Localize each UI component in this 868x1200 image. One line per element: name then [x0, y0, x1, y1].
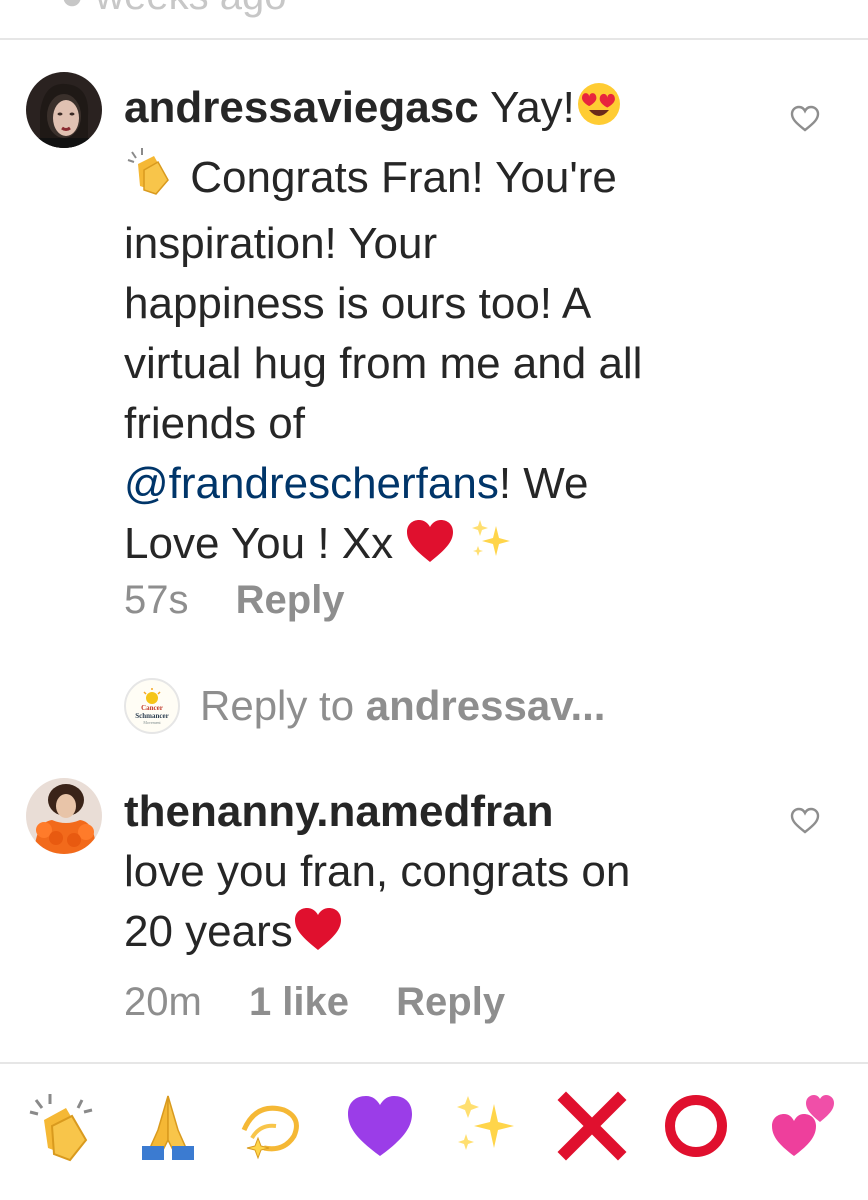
- comment-text-line: friends of: [124, 399, 305, 448]
- avatar-orange-boa-icon: [26, 778, 102, 854]
- like-heart-icon[interactable]: [790, 104, 820, 134]
- red-heart-emoji-icon: [293, 906, 343, 968]
- reply-placeholder-prefix: Reply to: [200, 682, 366, 729]
- avatar[interactable]: [26, 778, 102, 854]
- two-hearts-icon[interactable]: [768, 1090, 840, 1162]
- comment-time: 57s: [124, 578, 189, 622]
- top-divider: [0, 38, 868, 40]
- comment-text-line: virtual hug from me and all: [124, 339, 643, 388]
- heart-eyes-emoji-icon: [575, 80, 623, 144]
- red-heart-emoji-icon: [405, 518, 455, 580]
- comment-meta: 57s Reply: [124, 578, 381, 623]
- reply-button[interactable]: Reply: [396, 980, 505, 1025]
- heavy-large-circle-icon[interactable]: [660, 1090, 732, 1162]
- cross-mark-icon[interactable]: [556, 1090, 628, 1162]
- comment-text-line: love you fran, congrats on: [124, 847, 631, 896]
- svg-text:Movement: Movement: [143, 720, 161, 725]
- clapping-hands-icon[interactable]: [26, 1090, 98, 1162]
- sparkles-emoji-icon: [468, 516, 516, 580]
- comment-username[interactable]: andressaviegasc: [124, 83, 479, 132]
- comment-text-line: 20 years: [124, 907, 293, 956]
- comment-text: thenanny.namedfran love you fran, congra…: [124, 782, 764, 968]
- bottom-strip: [0, 1190, 868, 1200]
- clapping-hands-emoji-icon: [124, 144, 178, 214]
- comment-meta: 20m 1 like Reply: [124, 980, 541, 1025]
- current-user-avatar: Cancer Schmancer Movement: [124, 678, 180, 734]
- emoji-bar-divider: [0, 1062, 868, 1064]
- avatar-dark-hair-icon: [26, 72, 102, 148]
- reply-input-placeholder[interactable]: Reply to andressav...: [200, 682, 605, 730]
- avatar[interactable]: [26, 72, 102, 148]
- sparkles-icon[interactable]: [452, 1090, 524, 1162]
- comment-text-line: Congrats Fran! You're: [190, 153, 617, 202]
- purple-heart-icon[interactable]: [344, 1090, 416, 1162]
- reply-button[interactable]: Reply: [236, 578, 345, 623]
- comment-text-line: Love You ! Xx: [124, 519, 394, 568]
- comment-text-line: inspiration! Your: [124, 219, 438, 268]
- comments-screen: ● weeks ago andressaviegasc Yay!: [0, 0, 868, 1200]
- comment-text-yay: Yay!: [490, 83, 575, 132]
- like-heart-icon[interactable]: [790, 806, 820, 836]
- dizzy-icon[interactable]: [236, 1090, 308, 1162]
- cancer-schmancer-logo-icon: Cancer Schmancer Movement: [135, 688, 169, 725]
- likes-count[interactable]: 1 like: [249, 980, 349, 1025]
- mention-link[interactable]: @frandrescherfans: [124, 459, 499, 508]
- quick-emoji-bar: [0, 1080, 868, 1170]
- reply-input[interactable]: Cancer Schmancer Movement Reply to andre…: [124, 678, 605, 734]
- svg-text:Cancer: Cancer: [141, 704, 163, 712]
- comment-text-line: happiness is ours too! A: [124, 279, 592, 328]
- comment-text-line: ! We: [498, 459, 589, 508]
- comment-text: andressaviegasc Yay! Congrats Fran! You'…: [124, 78, 764, 580]
- comment-username[interactable]: thenanny.namedfran: [124, 787, 553, 836]
- previous-comment-meta: ● weeks ago: [60, 0, 287, 19]
- reply-placeholder-target: andressav...: [365, 682, 606, 729]
- svg-text:Schmancer: Schmancer: [135, 712, 168, 720]
- comment-time: 20m: [124, 980, 202, 1024]
- folded-hands-icon[interactable]: [132, 1090, 204, 1162]
